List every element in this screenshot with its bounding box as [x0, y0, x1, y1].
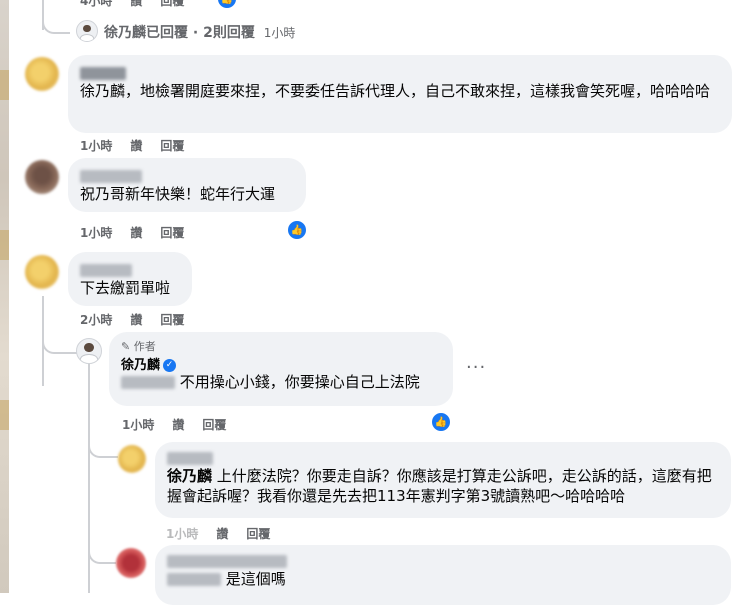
verified-badge-icon: ✓: [163, 359, 177, 372]
comment-actions: 1小時 讚 回覆: [166, 525, 270, 542]
reply-summary-count: 2則回覆: [203, 25, 255, 41]
comment-bubble: 下去繳罰單啦: [68, 252, 192, 306]
comment-time: 2小時: [80, 313, 113, 327]
avatar[interactable]: [118, 445, 146, 473]
like-button[interactable]: 讚: [130, 311, 142, 328]
comment-text: 不用操心小錢，你要操心自己上法院: [179, 373, 420, 391]
comment-bubble: 徐乃麟，地檢署開庭要來捏，不要委任告訴代理人，自己不敢來捏，這樣我會笑死喔，哈哈…: [68, 55, 732, 133]
like-reaction-icon: 👍: [216, 0, 238, 10]
like-button[interactable]: 讚: [130, 0, 142, 9]
comment-text: 是這個嗎: [225, 570, 286, 588]
mention-redacted: [121, 376, 175, 389]
comment-actions: 1小時 讚 回覆: [80, 224, 184, 241]
reply-button[interactable]: 回覆: [202, 416, 226, 433]
more-options-icon[interactable]: ···: [466, 357, 486, 378]
reply-button[interactable]: 回覆: [160, 137, 184, 154]
author-name-row: 徐乃麟 ✓: [121, 354, 441, 373]
comment-text: 徐乃麟，地檢署開庭要來捏，不要委任告訴代理人，自己不敢來捏，這樣我會笑死喔，哈哈…: [80, 82, 711, 100]
reply-button[interactable]: 回覆: [160, 311, 184, 328]
thread-connector: [88, 540, 116, 564]
avatar[interactable]: [25, 160, 59, 194]
reply-button[interactable]: 回覆: [160, 224, 184, 241]
comment-time: 4小時: [80, 0, 113, 8]
mention-link[interactable]: 徐乃麟: [167, 467, 212, 485]
commenter-name[interactable]: [167, 551, 719, 568]
like-button[interactable]: 讚: [130, 137, 142, 154]
reply-summary-replied: 已回覆: [146, 25, 188, 41]
reply-summary-author: 徐乃麟: [104, 25, 146, 41]
comment-time: 1小時: [80, 139, 113, 153]
commenter-name[interactable]: [80, 166, 294, 183]
thread-connector: [42, 0, 70, 34]
like-button[interactable]: 讚: [130, 224, 142, 241]
comment-text-row: 是這個嗎: [167, 569, 719, 589]
thread-connector: [88, 430, 118, 458]
comment-actions: 1小時 讚 回覆: [80, 137, 184, 154]
author-name[interactable]: 徐乃麟: [121, 358, 160, 373]
thread-connector: [42, 300, 78, 354]
comment-text-row: 不用操心小錢，你要操心自己上法院: [121, 372, 441, 392]
comment-actions: 2小時 讚 回覆: [80, 311, 184, 328]
comment-time: 1小時: [122, 418, 155, 432]
comment-text-row: 徐乃麟 上什麼法院？你要走自訴？你應該是打算走公訴吧，走公訴的話，這麼有把握會起…: [167, 466, 719, 506]
mention-redacted: [167, 573, 221, 586]
reply-summary-sep: ·: [192, 25, 199, 41]
author-label: 作者: [133, 340, 156, 353]
comment-actions: 1小時 讚 回覆: [122, 416, 226, 433]
background-strip: [0, 0, 9, 593]
comment-bubble: 徐乃麟 上什麼法院？你要走自訴？你應該是打算走公訴吧，走公訴的話，這麼有把握會起…: [155, 442, 731, 518]
comment-bubble: 祝乃哥新年快樂！蛇年行大運: [68, 158, 306, 212]
view-replies-link[interactable]: 徐乃麟已回覆 · 2則回覆 1小時: [104, 22, 295, 42]
reply-summary-time: 1小時: [263, 26, 296, 40]
like-icon: 👍: [430, 411, 452, 433]
commenter-name[interactable]: [167, 448, 719, 465]
comment-text: 祝乃哥新年快樂！蛇年行大運: [80, 185, 276, 203]
avatar[interactable]: [76, 20, 98, 42]
like-button[interactable]: 讚: [216, 525, 228, 542]
background-decoration: [0, 400, 9, 430]
background-decoration: [0, 230, 9, 260]
like-button[interactable]: 讚: [172, 416, 184, 433]
commenter-name[interactable]: [80, 63, 720, 80]
comment-time: 1小時: [80, 226, 113, 240]
author-label-row: ✎ 作者: [121, 338, 441, 353]
comment-text: 下去繳罰單啦: [80, 279, 171, 297]
author-avatar[interactable]: [76, 338, 102, 364]
avatar[interactable]: [25, 255, 59, 289]
commenter-name[interactable]: [80, 260, 180, 277]
top-comment-actions: 4小時 讚 回覆: [80, 0, 184, 9]
like-icon: 👍: [286, 219, 308, 241]
pencil-icon: ✎: [121, 340, 131, 353]
avatar[interactable]: [116, 548, 146, 578]
comment-text: 上什麼法院？你要走自訴？你應該是打算走公訴吧，走公訴的話，這麼有把握會起訴喔？我…: [167, 467, 712, 505]
comment-time: 1小時: [166, 527, 199, 541]
background-decoration: [0, 70, 9, 100]
author-reply-bubble: ✎ 作者 徐乃麟 ✓ 不用操心小錢，你要操心自己上法院: [109, 332, 453, 406]
comment-bubble: 是這個嗎: [155, 545, 731, 605]
reply-button[interactable]: 回覆: [246, 525, 270, 542]
reply-button[interactable]: 回覆: [160, 0, 184, 9]
avatar[interactable]: [25, 57, 59, 91]
